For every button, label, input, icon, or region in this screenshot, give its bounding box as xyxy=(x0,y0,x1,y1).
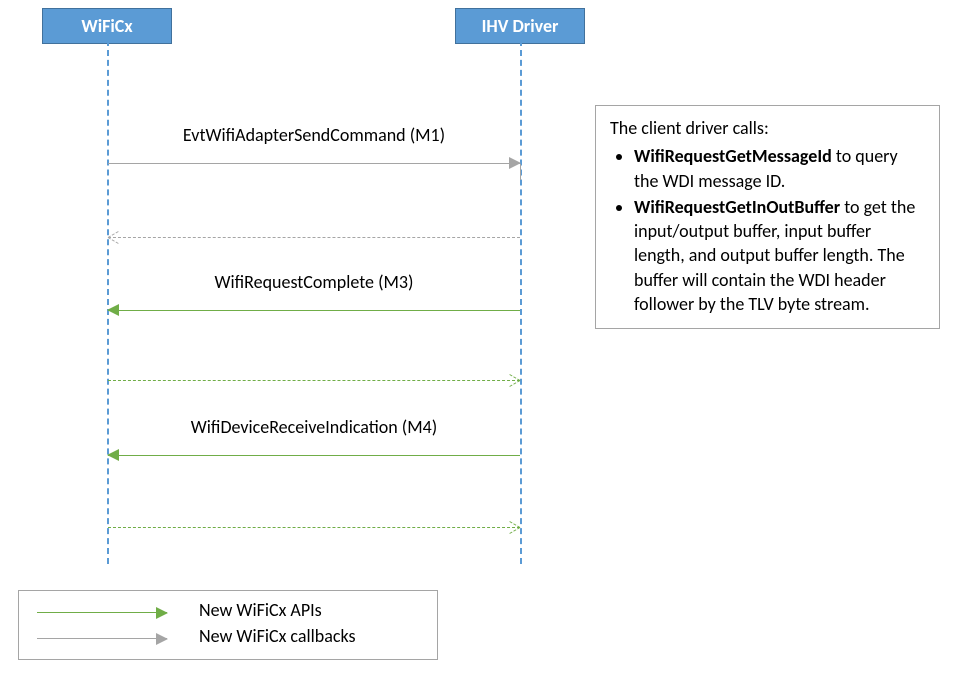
note-connector xyxy=(520,164,595,180)
legend-arrow-green-head xyxy=(156,607,168,619)
arrow-m3-line xyxy=(108,310,520,311)
note-intro: The client driver calls: xyxy=(610,116,925,140)
participant-ihv-driver: IHV Driver xyxy=(455,8,585,44)
arrow-m3-return-line xyxy=(108,380,520,381)
arrow-m3-label: WifiRequestComplete (M3) xyxy=(108,271,520,293)
arrow-m1-return xyxy=(108,222,520,252)
arrow-m4-head xyxy=(107,449,119,461)
legend-arrow-green xyxy=(37,612,167,613)
note-bullet-2-api: WifiRequestGetInOutBuffer xyxy=(634,196,840,218)
legend-label-callbacks: New WiFiCx callbacks xyxy=(199,625,356,647)
arrow-m1-line xyxy=(108,163,520,164)
note-bullet-2: WifiRequestGetInOutBuffer to get the inp… xyxy=(634,195,925,316)
arrow-m4: WifiDeviceReceiveIndication (M4) xyxy=(108,440,520,470)
arrow-m3-head xyxy=(107,304,119,316)
legend-row-callbacks: New WiFiCx callbacks xyxy=(19,625,437,651)
note-bullet-1: WifiRequestGetMessageId to query the WDI… xyxy=(634,144,925,193)
arrow-m1-return-line xyxy=(108,237,520,238)
legend-row-apis: New WiFiCx APIs xyxy=(19,599,437,625)
arrow-m1-label: EvtWifiAdapterSendCommand (M1) xyxy=(108,124,520,146)
arrow-m4-label: WifiDeviceReceiveIndication (M4) xyxy=(108,416,520,438)
lifeline-ihv-driver xyxy=(520,40,522,564)
note-client-driver-calls: The client driver calls: WifiRequestGetM… xyxy=(595,105,940,329)
arrow-m1: EvtWifiAdapterSendCommand (M1) xyxy=(108,148,520,178)
participant-wificx: WiFiCx xyxy=(42,8,172,44)
arrow-m4-return-line xyxy=(108,527,520,528)
note-bullet-1-api: WifiRequestGetMessageId xyxy=(634,145,832,167)
arrow-m3: WifiRequestComplete (M3) xyxy=(108,295,520,325)
legend-arrow-gray-head xyxy=(156,633,168,645)
legend-label-apis: New WiFiCx APIs xyxy=(199,599,322,621)
arrow-m4-return xyxy=(108,512,520,542)
note-bullet-list: WifiRequestGetMessageId to query the WDI… xyxy=(610,144,925,316)
arrow-m4-line xyxy=(108,455,520,456)
legend-box: New WiFiCx APIs New WiFiCx callbacks xyxy=(18,590,438,660)
legend-arrow-gray xyxy=(37,638,167,639)
arrow-m3-return xyxy=(108,365,520,395)
